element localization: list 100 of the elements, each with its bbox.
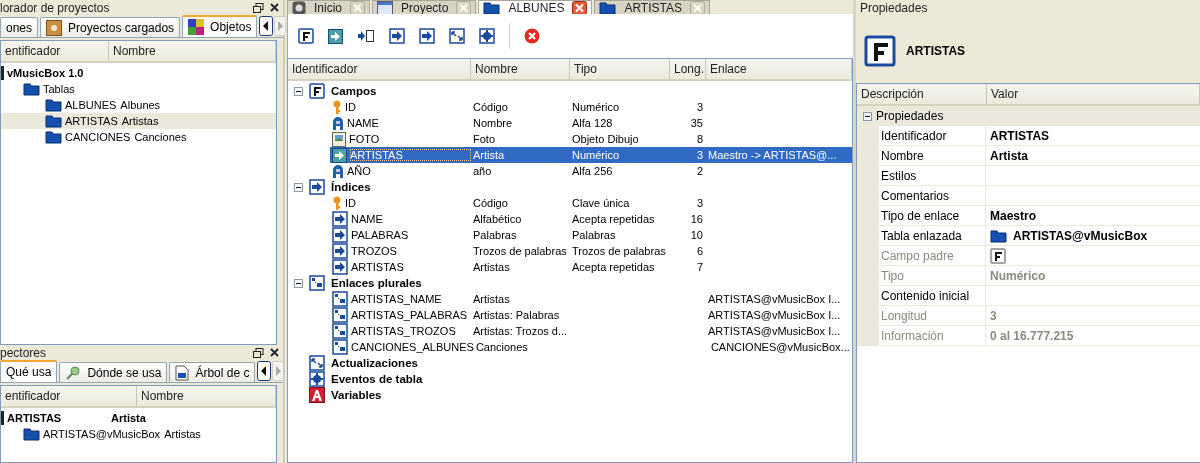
column-header[interactable]: Descripción	[857, 84, 987, 104]
arch-icon	[332, 164, 344, 178]
name-cell-text: Artistas	[472, 293, 511, 305]
toolbar-button[interactable]	[298, 28, 314, 44]
toolbar-button[interactable]	[479, 28, 495, 44]
name-cell-text: Trozos de palabras	[472, 245, 568, 257]
close-icon[interactable]	[270, 348, 279, 357]
editor-tab[interactable]: Inicio	[287, 0, 370, 14]
window-icon	[377, 1, 393, 14]
close-icon[interactable]	[572, 1, 588, 14]
panel-tab[interactable]: ones	[0, 17, 39, 37]
name-cell-text: Código	[472, 197, 509, 209]
panel-title: lorador de proyectos	[0, 0, 110, 15]
tree-item[interactable]: vMusicBox 1.0	[7, 67, 84, 79]
editor-tab[interactable]: Proyecto	[372, 0, 477, 14]
name-cell-text: Nombre	[472, 117, 514, 129]
column-header[interactable]: Long.	[670, 59, 706, 79]
link-cell: ARTISTAS@vMusicBox I...	[708, 309, 841, 321]
group-label[interactable]: Variables	[331, 389, 382, 401]
name-cell-text: Canciones	[474, 341, 529, 353]
identifier-cell[interactable]: AÑO	[347, 165, 471, 177]
length-cell: 3	[696, 149, 703, 161]
column-header[interactable]: entificador	[1, 386, 137, 406]
collapse-icon[interactable]	[294, 182, 303, 192]
editor-tab[interactable]: ARTISTAS	[594, 0, 710, 14]
identifier-cell[interactable]: NAME	[347, 117, 471, 129]
group-label[interactable]: Enlaces plurales	[331, 277, 422, 289]
collapse-icon[interactable]	[294, 278, 303, 288]
panel-tab[interactable]: Proyectos cargados	[40, 17, 181, 37]
tree-item[interactable]: ARTISTAS	[7, 412, 62, 424]
link-cell: ARTISTAS@vMusicBox I...	[708, 325, 841, 337]
identifier-cell[interactable]: ARTISTAS	[351, 261, 471, 273]
identifier-cell[interactable]: PALABRAS	[351, 229, 471, 241]
arrow-icon	[419, 28, 435, 44]
group-label[interactable]: Eventos de tabla	[331, 373, 423, 385]
property-label: Información	[881, 328, 944, 343]
column-header[interactable]: Nombre	[109, 41, 276, 61]
panel-tab[interactable]: Objetos	[182, 15, 258, 37]
property-value[interactable]: ARTISTAS	[990, 128, 1050, 143]
identifier-cell[interactable]: FOTO	[349, 133, 471, 145]
property-value[interactable]: Maestro	[990, 208, 1036, 223]
name-cell-text: Canciones	[134, 130, 187, 145]
identifier-cell[interactable]: CANCIONES_ALBUNES	[351, 341, 474, 353]
column-header[interactable]: Valor	[987, 84, 1200, 104]
panel-title: Propiedades	[860, 0, 928, 15]
project-icon	[1, 411, 4, 425]
close-icon[interactable]	[270, 3, 279, 12]
property-value[interactable]: Artista	[990, 148, 1028, 163]
property-value[interactable]: ARTISTAS@vMusicBox	[1013, 228, 1148, 243]
identifier-cell[interactable]: ID	[345, 101, 471, 113]
restore-icon[interactable]	[253, 2, 264, 13]
property-label: Campo padre	[881, 248, 954, 263]
identifier-cell[interactable]: NAME	[351, 213, 471, 225]
relation-icon	[309, 275, 325, 291]
toolbar-button[interactable]	[328, 28, 343, 44]
column-header[interactable]: entificador	[1, 41, 109, 61]
editor-tab[interactable]: ALBUNES	[478, 0, 593, 14]
property-label: Estilos	[881, 168, 917, 183]
panel-tab[interactable]: Árbol de c	[169, 362, 256, 382]
panel-tab[interactable]: Qué usa	[0, 360, 58, 382]
column-header[interactable]: Identificador	[288, 59, 471, 79]
group-label[interactable]: Índices	[331, 181, 371, 193]
identifier-cell[interactable]: ARTISTAS_TROZOS	[351, 325, 471, 337]
column-header[interactable]: Nombre	[471, 59, 570, 79]
length-cell: 3	[696, 197, 703, 209]
toolbar-button[interactable]	[419, 28, 435, 44]
link-cell: CANCIONES@vMusicBox...	[710, 341, 850, 353]
identifier-cell[interactable]: ARTISTAS	[350, 149, 471, 161]
identifier-cell[interactable]: ARTISTAS_PALABRAS	[351, 309, 471, 321]
tree-item[interactable]: CANCIONES	[65, 131, 131, 143]
collapse-icon[interactable]	[863, 111, 872, 121]
column-header[interactable]: Nombre	[137, 386, 276, 406]
link-cell: Maestro -> ARTISTAS@...	[708, 149, 837, 161]
tree-item[interactable]: ARTISTAS@vMusicBox	[43, 428, 161, 440]
toolbar-button[interactable]	[449, 28, 465, 44]
identifier-cell[interactable]: ID	[345, 197, 471, 209]
scroll-left-icon[interactable]	[259, 16, 274, 36]
toolbar-button[interactable]	[357, 29, 375, 43]
tree-item[interactable]: Tablas	[43, 83, 75, 95]
column-header[interactable]: Enlace	[706, 59, 852, 79]
name-cell-text: Artistas: Trozos d...	[472, 325, 569, 337]
identifier-cell[interactable]: TROZOS	[351, 245, 471, 257]
delete-icon	[524, 28, 540, 44]
group-label[interactable]: Actualizaciones	[331, 357, 418, 369]
tree-item[interactable]: ARTISTAS	[65, 115, 118, 127]
arrow-icon	[332, 243, 348, 259]
f-letter-icon	[298, 28, 314, 44]
identifier-cell[interactable]: ARTISTAS_NAME	[351, 293, 471, 305]
key-icon	[332, 99, 342, 115]
restore-icon[interactable]	[253, 347, 264, 358]
group-label[interactable]: Campos	[331, 85, 377, 97]
property-label: Identificador	[881, 128, 947, 143]
tree-item[interactable]: ALBUNES	[65, 99, 117, 111]
name-cell-text: Artistas	[121, 114, 159, 129]
scroll-left-icon[interactable]	[257, 361, 272, 381]
panel-tab[interactable]: Dónde se usa	[59, 362, 168, 382]
length-cell: 3	[696, 101, 703, 113]
collapse-icon[interactable]	[294, 86, 303, 96]
toolbar-button[interactable]	[389, 28, 405, 44]
column-header[interactable]: Tipo	[570, 59, 670, 79]
